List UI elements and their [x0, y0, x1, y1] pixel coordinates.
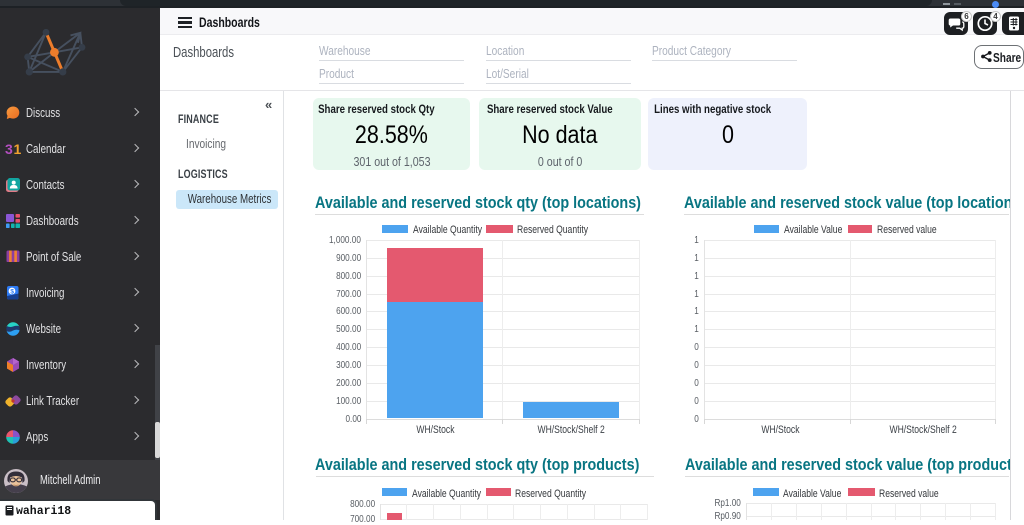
svg-text:1: 1	[14, 141, 22, 157]
svg-text:$: $	[10, 288, 14, 295]
svg-text:3: 3	[5, 141, 13, 157]
